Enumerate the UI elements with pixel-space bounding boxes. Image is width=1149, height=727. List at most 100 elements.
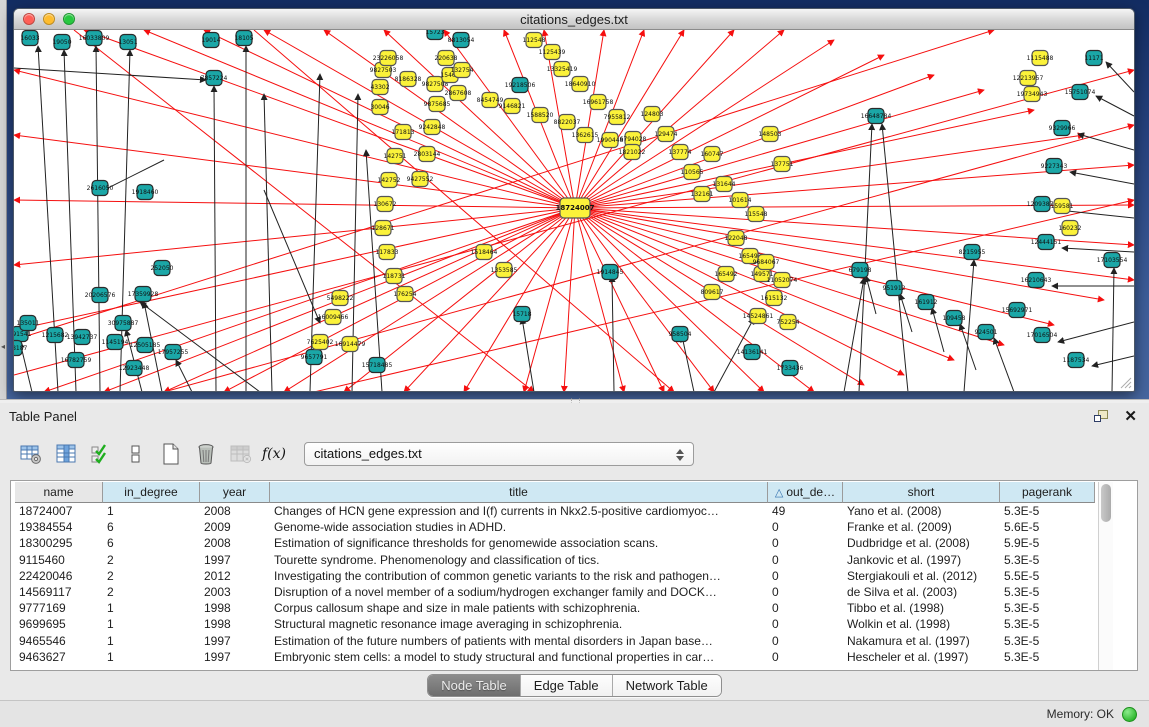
graph-node[interactable]: 15718485 [362,358,393,373]
graph-node[interactable]: 165492 [715,267,738,282]
graph-node[interactable]: 1145194 [102,335,129,350]
table-row[interactable]: 1938455462009Genome-wide association stu… [15,519,1095,535]
graph-node[interactable]: 118731 [383,269,406,284]
graph-node[interactable]: 9242848 [419,120,446,135]
graph-node[interactable]: 8813054 [448,33,475,48]
graph-node[interactable]: 171813 [392,125,415,140]
function-builder-icon[interactable]: f(x) [263,440,289,468]
graph-node[interactable]: 958504 [669,327,692,342]
graph-node[interactable]: 2616050 [87,181,114,196]
graph-node[interactable]: 14136141 [737,345,768,360]
graph-node[interactable]: 137751 [771,157,794,172]
graph-node[interactable]: 809617 [701,285,724,300]
graph-node[interactable]: 252050 [151,261,174,276]
graph-node[interactable]: 2867608 [445,86,472,101]
graph-node[interactable]: 122048 [725,231,748,246]
node-table-grid[interactable]: namein_degreeyeartitle△out_de…shortpager… [15,482,1095,665]
graph-node[interactable]: 176254 [394,287,417,302]
graph-node[interactable]: 160747 [701,147,724,162]
graph-node[interactable]: 13942737 [67,330,98,345]
table-row[interactable]: 2242004622012Investigating the contribut… [15,568,1095,584]
graph-node[interactable]: 1125439 [539,45,566,60]
graph-node[interactable]: 1187534 [1063,353,1090,368]
graph-node[interactable]: 137774 [669,145,692,160]
graph-node[interactable]: 12505185 [130,338,161,353]
graph-node[interactable]: 2803144 [414,147,441,162]
graph-node[interactable]: 110565 [681,165,704,180]
column-header-in_degree[interactable]: in_degree [103,482,200,503]
graph-node[interactable]: 16033 [20,31,39,46]
window-resize-grip-icon[interactable] [1118,375,1132,389]
graph-node[interactable]: 161912 [915,295,938,310]
graph-node[interactable]: 1958187 [14,341,28,356]
graph-node[interactable]: 1588520 [527,108,554,123]
graph-node[interactable]: 115548 [745,207,768,222]
graph-node[interactable]: 12444151 [1031,235,1062,250]
graph-node[interactable]: 9657791 [301,350,328,365]
graph-node[interactable]: 8215955 [959,245,986,260]
graph-node[interactable]: 17016504 [1027,328,1058,343]
graph-node[interactable]: 159581 [1051,199,1074,214]
graph-node[interactable]: 132161 [691,187,714,202]
table-row[interactable]: 946554611997Estimation of the future num… [15,633,1095,649]
graph-node[interactable]: 1918460 [132,185,159,200]
graph-node[interactable]: 142752 [378,173,401,188]
graph-node[interactable]: 1362615 [572,128,599,143]
table-row[interactable]: 969969511998Structural magnetic resonanc… [15,616,1095,632]
graph-node[interactable]: 15723 [425,30,444,40]
graph-node[interactable]: 13051 [118,35,137,50]
graph-node[interactable]: 679198 [849,263,872,278]
zoom-window-icon[interactable] [63,13,75,25]
clear-selection-icon[interactable] [123,440,149,468]
graph-node[interactable]: 142751 [384,149,407,164]
graph-node[interactable]: 14524861 [743,309,774,324]
network-window[interactable]: citations_edges.txt 16033190501603380913… [13,8,1135,392]
graph-node[interactable]: 109458 [943,311,966,326]
graph-node[interactable]: 135011 [17,316,40,331]
graph-node[interactable]: 132754 [451,63,474,78]
graph-node[interactable]: 15718 [512,307,531,322]
graph-node[interactable]: 220638 [435,51,458,66]
graph-node[interactable]: 19218506 [505,78,536,93]
graph-node[interactable]: 30975887 [108,316,139,331]
graph-node[interactable]: 131644 [713,177,736,192]
network-window-titlebar[interactable]: citations_edges.txt [14,9,1134,30]
column-header-short[interactable]: short [843,482,1000,503]
panel-collapse-handle-icon[interactable]: ◂ [0,342,6,352]
network-canvas[interactable]: 1603319050160338091305119014181057857224… [14,30,1134,391]
table-row[interactable]: 911546021997Tourette syndrome. Phenomeno… [15,552,1095,568]
graph-node[interactable]: 15692971 [1002,303,1033,318]
graph-node[interactable]: 1615132 [761,291,788,306]
graph-node[interactable]: 16648784 [861,109,892,124]
graph-node[interactable]: 160232 [1059,221,1082,236]
hub-node[interactable]: 18724007 [556,198,595,218]
table-row[interactable]: 1830029562008Estimation of significance … [15,535,1095,551]
graph-node[interactable]: 9329966 [1049,121,1076,136]
graph-node[interactable]: 128671 [372,221,395,236]
graph-node[interactable]: 112548 [523,33,546,48]
graph-node[interactable]: 8186328 [395,72,422,87]
graph-node[interactable]: 129474 [655,127,678,142]
delete-table-icon[interactable] [193,440,219,468]
table-settings-icon[interactable] [18,440,44,468]
graph-node[interactable]: 15751074 [1065,85,1096,100]
graph-node[interactable]: 101614 [729,193,752,208]
graph-node[interactable]: 20206576 [85,288,116,303]
graph-node[interactable]: 16210643 [1021,273,1052,288]
minimize-window-icon[interactable] [43,13,55,25]
graph-node[interactable]: 1733436 [777,361,804,376]
table-row[interactable]: 1456911722003Disruption of a novel membe… [15,584,1095,600]
graph-node[interactable]: 9427552 [407,172,434,187]
graph-node[interactable]: 16961758 [583,95,614,110]
network-view[interactable]: 1603319050160338091305119014181057857224… [14,30,1134,391]
graph-node[interactable]: 7955812 [604,110,631,125]
graph-node[interactable]: 117833 [376,245,399,260]
graph-node[interactable]: 1115488 [1027,51,1054,66]
tab-network-table[interactable]: Network Table [613,675,721,696]
table-row[interactable]: 946362711997Embryonic stem cells: a mode… [15,649,1095,665]
left-panel-edge[interactable]: ◂ [0,0,7,399]
graph-node[interactable]: 17957255 [158,345,189,360]
graph-node[interactable]: 18640910 [565,77,596,92]
table-selector-dropdown[interactable]: citations_edges.txt [304,442,694,466]
table-scrollbar-thumb[interactable] [1101,484,1111,522]
